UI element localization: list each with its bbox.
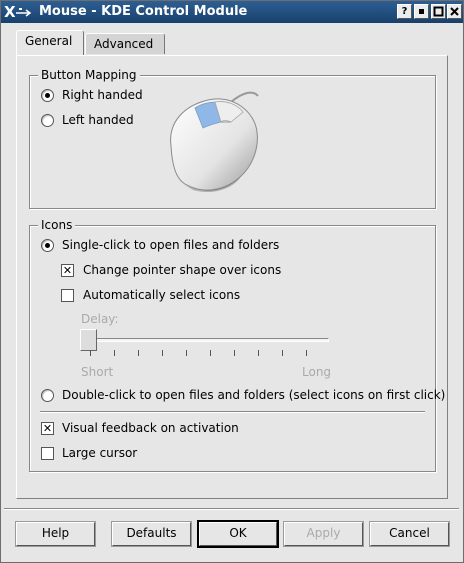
kde-control-window: X Mouse - KDE Control Module ? General A… <box>0 0 464 563</box>
cancel-button[interactable]: Cancel <box>369 521 450 547</box>
mouse-icon <box>170 91 259 193</box>
large-cursor-label[interactable]: Large cursor <box>62 446 137 460</box>
help-icon[interactable]: ? <box>397 4 412 19</box>
change-pointer-checkbox[interactable]: ✕ <box>61 264 74 277</box>
large-cursor-checkbox[interactable] <box>41 447 54 460</box>
delay-slider-track[interactable] <box>84 338 329 342</box>
window-title: Mouse - KDE Control Module <box>39 4 248 19</box>
minimize-icon[interactable] <box>414 4 429 19</box>
single-click-label[interactable]: Single-click to open files and folders <box>62 238 279 252</box>
slider-tick <box>186 350 187 356</box>
svg-text:X: X <box>4 3 16 21</box>
help-button[interactable]: Help <box>15 521 96 547</box>
auto-select-checkbox[interactable] <box>61 289 74 302</box>
slider-tick <box>258 350 259 356</box>
apply-button[interactable]: Apply <box>283 521 364 547</box>
delay-slider-handle[interactable] <box>80 329 97 351</box>
title-bar[interactable]: X Mouse - KDE Control Module ? <box>1 1 463 23</box>
bottom-separator <box>4 508 459 510</box>
double-click-radio[interactable] <box>41 389 54 402</box>
delay-long-label: Long <box>302 365 332 379</box>
defaults-button[interactable]: Defaults <box>111 521 192 547</box>
icons-group: Icons Single-click to open files and fol… <box>29 218 445 472</box>
button-mapping-title: Button Mapping <box>38 68 140 82</box>
slider-tick <box>234 350 235 356</box>
slider-tick <box>306 350 307 356</box>
button-mapping-group: Button Mapping Right handed Left handed <box>29 68 436 209</box>
auto-select-label[interactable]: Automatically select icons <box>83 288 240 302</box>
slider-tick <box>282 350 283 356</box>
icons-title: Icons <box>38 218 76 232</box>
slider-tick <box>210 350 211 356</box>
slider-tick <box>90 350 91 356</box>
visual-feedback-checkbox[interactable]: ✕ <box>41 422 54 435</box>
ok-button[interactable]: OK <box>197 520 279 548</box>
change-pointer-label[interactable]: Change pointer shape over icons <box>83 263 281 277</box>
double-click-label[interactable]: Double-click to open files and folders (… <box>62 388 445 402</box>
right-handed-label[interactable]: Right handed <box>62 88 143 102</box>
kde-x-icon: X <box>4 3 32 21</box>
slider-tick <box>114 350 115 356</box>
general-pane: Button Mapping Right handed Left handed <box>16 55 448 499</box>
left-handed-label[interactable]: Left handed <box>62 113 134 127</box>
icons-separator <box>40 411 425 413</box>
visual-feedback-label[interactable]: Visual feedback on activation <box>62 421 239 435</box>
slider-tick <box>162 350 163 356</box>
close-icon[interactable] <box>447 4 462 19</box>
tab-general-label: General <box>25 34 73 48</box>
delay-short-label: Short <box>81 365 114 379</box>
slider-tick <box>138 350 139 356</box>
single-click-radio[interactable] <box>41 239 54 252</box>
right-handed-radio[interactable] <box>41 89 54 102</box>
tab-advanced[interactable]: Advanced <box>85 33 165 54</box>
tab-advanced-label: Advanced <box>94 37 154 51</box>
tab-general[interactable]: General <box>16 30 84 55</box>
left-handed-radio[interactable] <box>41 114 54 127</box>
maximize-icon[interactable] <box>431 4 446 19</box>
delay-label: Delay: <box>81 312 119 326</box>
